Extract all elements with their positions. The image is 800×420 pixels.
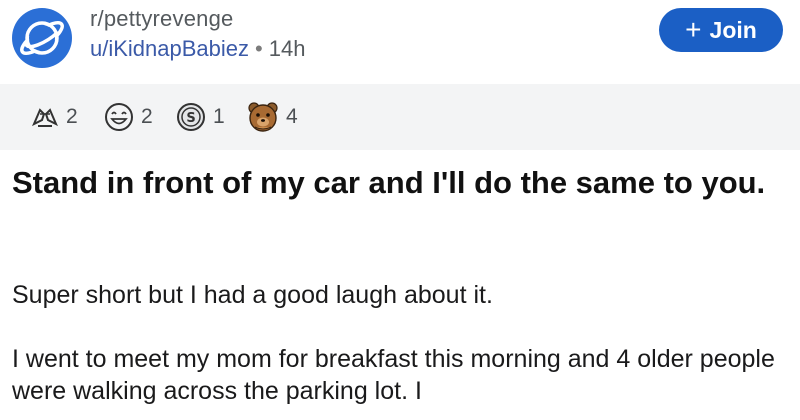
post-time: 14h (268, 36, 306, 61)
post-paragraph: Super short but I had a good laugh about… (12, 281, 493, 309)
post-meta: u/iKidnapBabiez • 14h (90, 36, 305, 62)
award-bear[interactable]: 4 (246, 101, 298, 133)
join-button[interactable]: + Join (659, 8, 783, 52)
award-count: 1 (213, 105, 225, 128)
award-count: 2 (141, 105, 153, 128)
awards-bar: 2 2 S 1 4 (0, 84, 800, 150)
meta-separator: • (255, 36, 263, 61)
bear-face-award-icon (246, 100, 280, 134)
subreddit-name[interactable]: r/pettyrevenge (90, 6, 233, 32)
post-title[interactable]: Stand in front of my car and I'll do the… (12, 163, 792, 203)
hands-award-icon (30, 102, 60, 132)
planet-icon[interactable] (12, 8, 72, 68)
award-count: 4 (286, 105, 298, 128)
post-paragraph: I went to meet my mom for breakfast this… (12, 345, 775, 405)
svg-text:S: S (186, 111, 195, 126)
author-link[interactable]: u/iKidnapBabiez (90, 36, 249, 61)
post-header: r/pettyrevenge u/iKidnapBabiez • 14h + Joi… (0, 0, 800, 78)
award-laugh[interactable]: 2 (103, 101, 153, 133)
silver-coin-award-icon: S (175, 101, 207, 133)
award-silver[interactable]: S 1 (175, 101, 225, 133)
award-hands[interactable]: 2 (30, 101, 78, 133)
laughing-face-award-icon (103, 101, 135, 133)
join-label: Join (709, 16, 757, 43)
award-count: 2 (66, 105, 78, 128)
plus-icon: + (685, 14, 702, 45)
